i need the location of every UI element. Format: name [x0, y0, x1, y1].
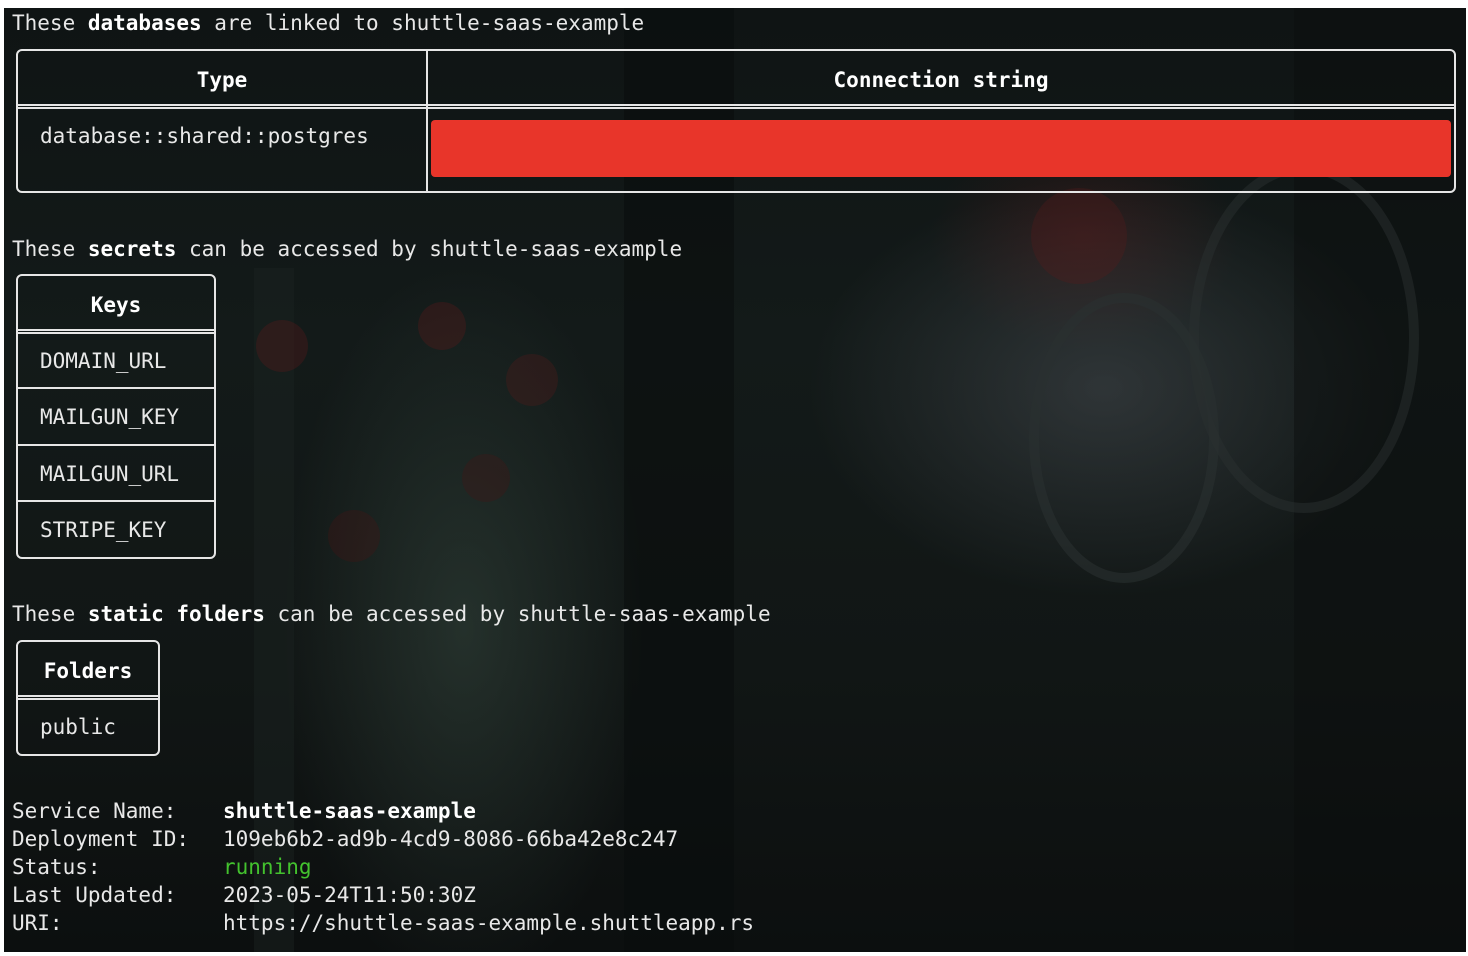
last-updated-label: Last Updated:	[12, 883, 177, 907]
service-name-label: Service Name:	[12, 799, 177, 823]
secret-key-item: STRIPE_KEY	[40, 518, 167, 542]
deployment-id-label: Deployment ID:	[12, 827, 190, 851]
status-value: running	[223, 855, 312, 879]
secret-key-item: MAILGUN_URL	[40, 462, 180, 486]
static-folders-intro: These static folders can be accessed by …	[12, 602, 771, 626]
uri-row: URI: https://shuttle-saas-example.shuttle…	[12, 909, 754, 937]
column-header-keys: Keys	[90, 293, 142, 317]
status-label: Status:	[12, 855, 101, 879]
status-row: Status: running	[12, 853, 312, 881]
last-updated-row: Last Updated: 2023-05-24T11:50:30Z	[12, 881, 476, 909]
folder-item: public	[40, 715, 116, 739]
secrets-intro: These secrets can be accessed by shuttle…	[12, 237, 683, 261]
database-type-cell: database::shared::postgres	[40, 124, 369, 148]
deployment-id-row: Deployment ID: 109eb6b2-ad9b-4cd9-8086-66…	[12, 825, 678, 853]
uri-label: URI:	[12, 911, 63, 935]
static-folders-table: Folders public	[16, 640, 160, 756]
secrets-table: Keys DOMAIN_URL MAILGUN_KEY MAILGUN_URL …	[16, 274, 216, 559]
databases-intro: These databases are linked to shuttle-sa…	[12, 11, 645, 35]
column-header-type: Type	[196, 68, 248, 92]
redacted-connection-string	[431, 120, 1451, 177]
deployment-id-value: 109eb6b2-ad9b-4cd9-8086-66ba42e8c247	[223, 827, 679, 851]
service-name-value: shuttle-saas-example	[223, 799, 476, 823]
column-header-connection-string: Connection string	[833, 68, 1049, 92]
terminal-window[interactable]: These databases are linked to shuttle-sa…	[4, 8, 1466, 952]
last-updated-value: 2023-05-24T11:50:30Z	[223, 883, 476, 907]
uri-link[interactable]: https://shuttle-saas-example.shuttleapp.…	[223, 909, 754, 937]
column-header-folders: Folders	[43, 659, 133, 683]
secret-key-item: MAILGUN_KEY	[40, 405, 180, 429]
secret-key-item: DOMAIN_URL	[40, 349, 167, 373]
databases-table: Type Connection string database::shared:…	[16, 49, 1456, 193]
service-name-row: Service Name: shuttle-saas-example	[12, 797, 476, 825]
